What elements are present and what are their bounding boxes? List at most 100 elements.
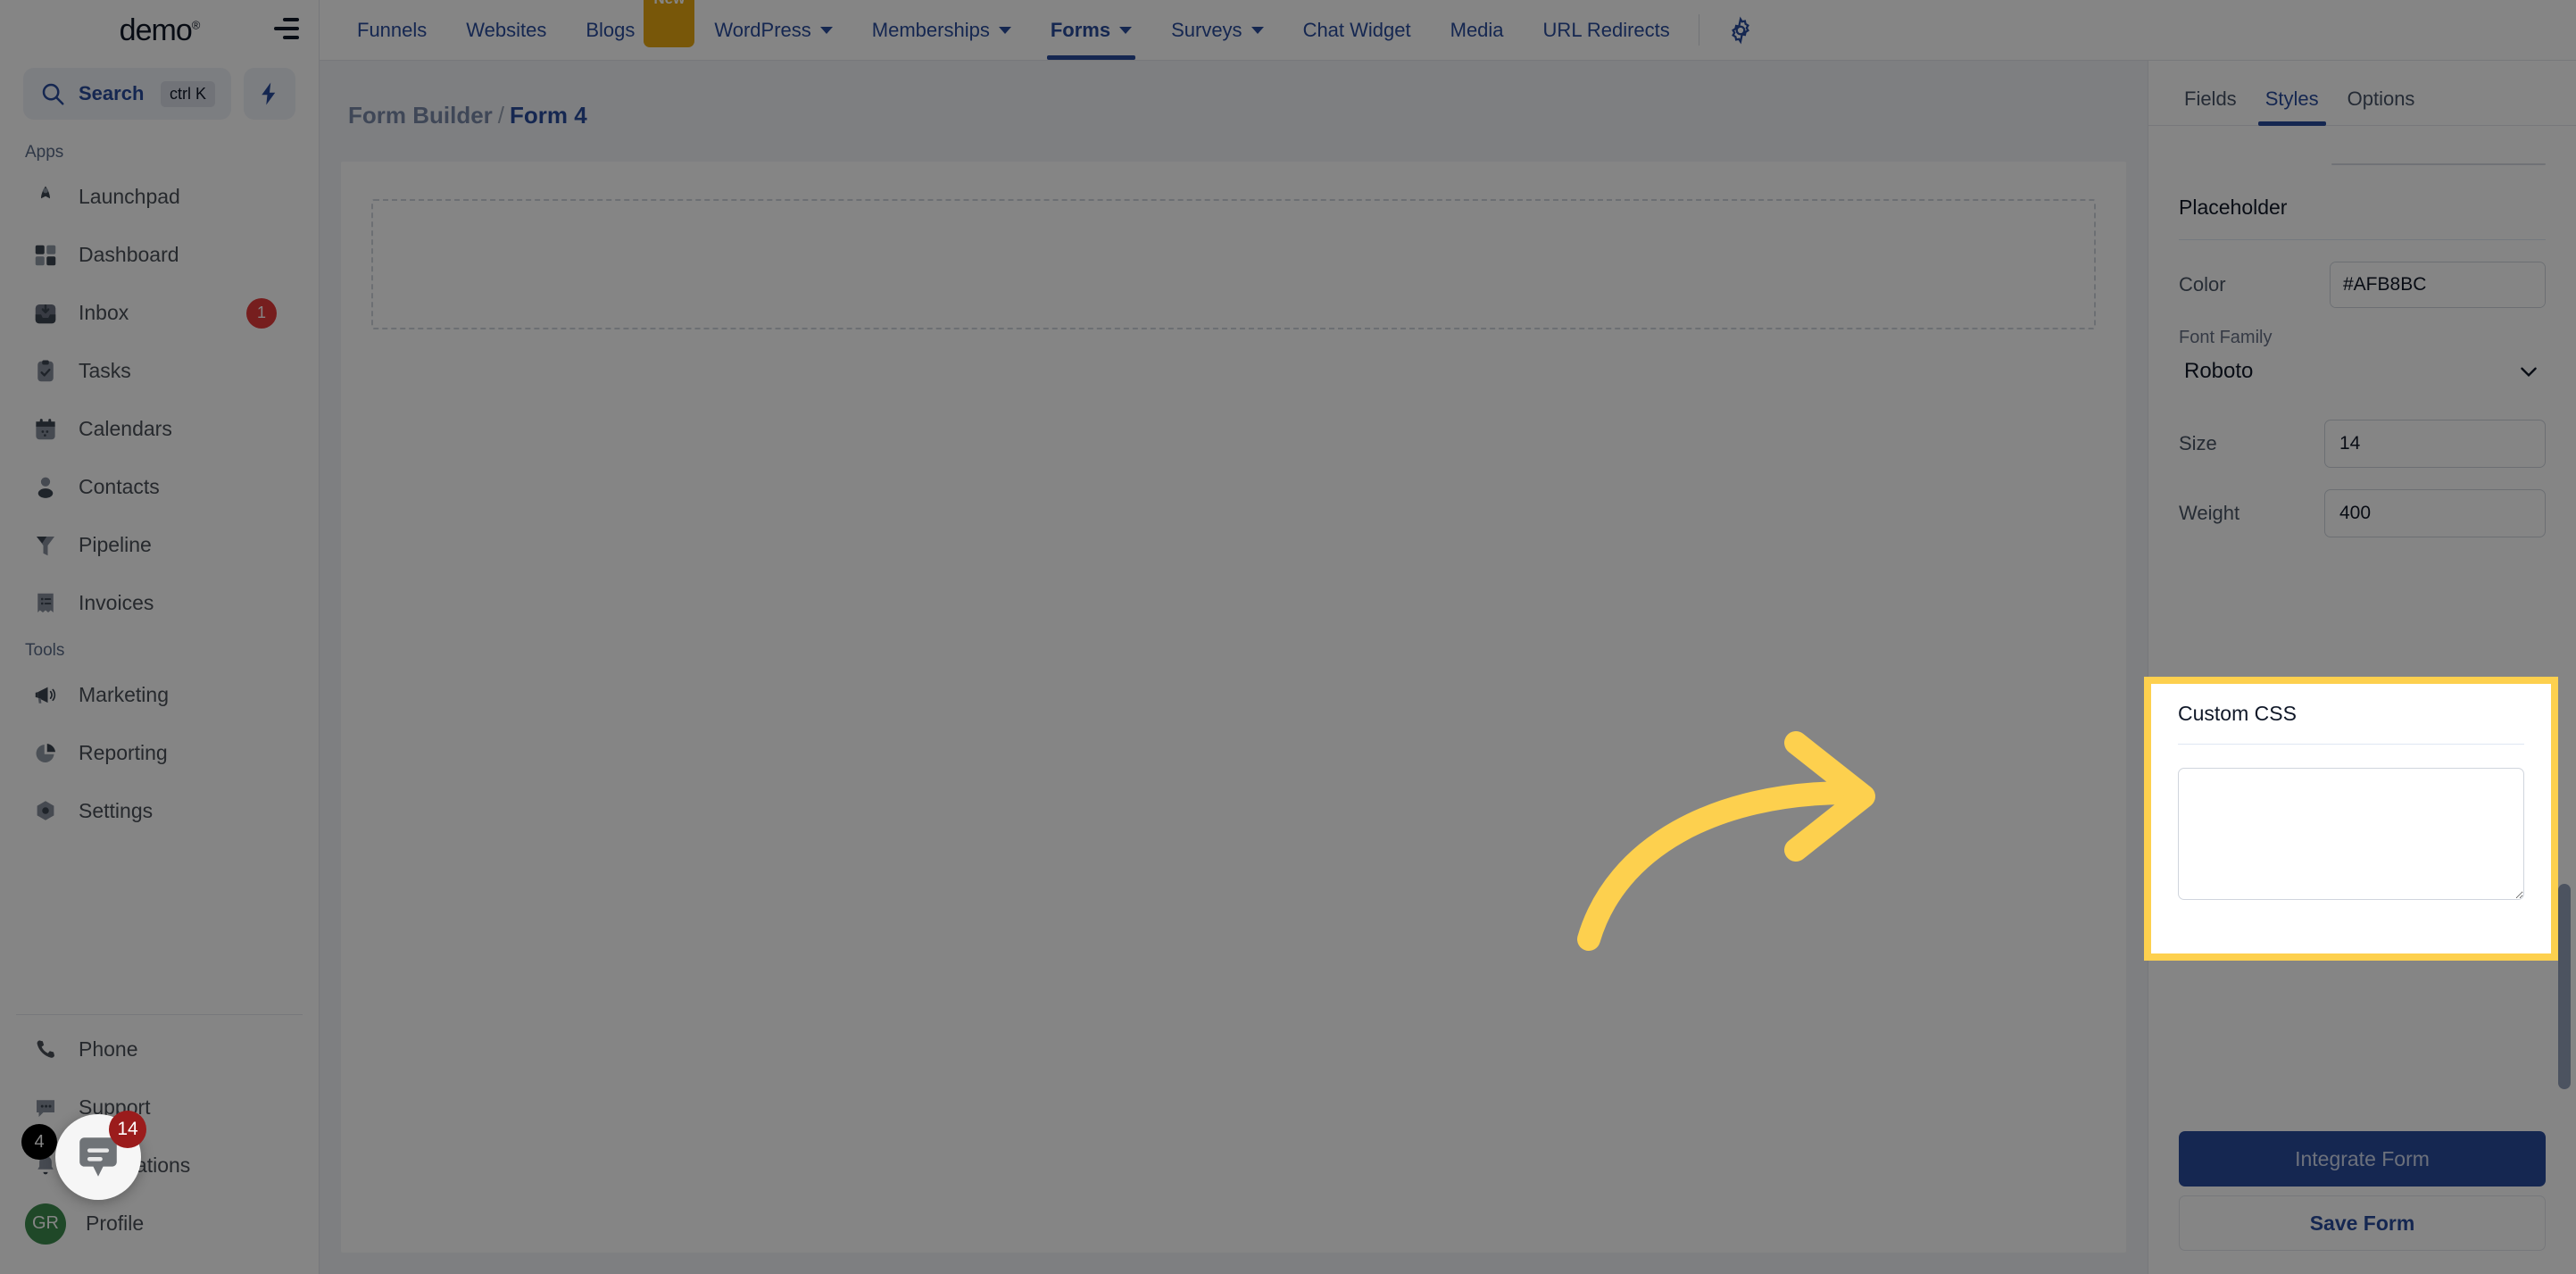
tab-options[interactable]: Options [2339, 80, 2424, 125]
color-hex-input[interactable] [2331, 262, 2545, 307]
breadcrumb: Form Builder / Form 4 [320, 102, 2148, 129]
topnav-label: Surveys [1171, 18, 1242, 41]
font-family-select[interactable]: Roboto [2179, 348, 2546, 398]
weight-input[interactable] [2325, 490, 2545, 537]
sidebar-item-dashboard[interactable]: Dashboard [14, 226, 304, 284]
topnav-label: Chat Widget [1302, 18, 1411, 41]
topnav-settings-button[interactable] [1708, 0, 1773, 60]
gear-icon [1731, 15, 1749, 45]
sidebar-item-calendars[interactable]: Calendars [14, 400, 304, 458]
search-input[interactable]: Search ctrl K [23, 68, 231, 120]
placeholder-section-title: Placeholder [2179, 165, 2546, 240]
topnav-label: Media [1450, 18, 1504, 41]
placeholder-color-row: Color [2179, 240, 2546, 308]
topnav-item-funnels[interactable]: Funnels [337, 0, 446, 60]
tab-fields[interactable]: Fields [2175, 80, 2246, 125]
previous-section-partial [2179, 126, 2546, 165]
sidebar-divider [16, 1014, 303, 1015]
save-form-button[interactable]: Save Form [2179, 1195, 2546, 1251]
page-title: Form 4 [510, 102, 587, 129]
form-dropzone[interactable] [371, 199, 2096, 329]
sidebar-item-label: Dashboard [79, 243, 179, 266]
sidebar-item-launchpad[interactable]: Launchpad [14, 168, 304, 226]
search-label: Search [79, 82, 145, 104]
form-preview-card [341, 162, 2126, 1253]
sidebar-item-label: Invoices [79, 591, 154, 614]
font-family-value: Roboto [2184, 359, 2254, 383]
color-label: Color [2179, 273, 2226, 296]
topnav-label: Forms [1050, 18, 1111, 41]
topnav-label: WordPress [714, 18, 811, 41]
gear-hex-icon [37, 800, 54, 820]
breadcrumb-separator: / [497, 102, 505, 129]
topnav-item-url-redirects[interactable]: URL Redirects [1524, 0, 1690, 60]
sidebar-item-inbox[interactable]: Inbox 1 [14, 284, 304, 342]
sidebar-item-invoices[interactable]: Invoices [14, 574, 304, 632]
sidebar-item-label: Tasks [79, 359, 131, 382]
sidebar-item-phone[interactable]: Phone [14, 1020, 304, 1078]
chevron-down-icon [819, 26, 833, 34]
panel-body: Placeholder Color Font Family Roboto Siz… [2148, 126, 2576, 1112]
notification-count-badge: 4 [21, 1124, 57, 1160]
topnav-item-media[interactable]: Media [1431, 0, 1524, 60]
sidebar-item-profile[interactable]: GR Profile [14, 1195, 304, 1253]
sidebar-item-marketing[interactable]: Marketing [14, 666, 304, 724]
topnav-item-chat-widget[interactable]: Chat Widget [1284, 0, 1431, 60]
topnav-item-blogs[interactable]: Blogs [566, 0, 654, 60]
styles-panel: Fields Styles Options Placeholder Color … [2148, 61, 2576, 1274]
sidebar-item-label: Profile [86, 1212, 145, 1235]
sidebar-item-pipeline[interactable]: Pipeline [14, 516, 304, 574]
avatar: GR [25, 1203, 66, 1245]
clipboard-check-icon [37, 360, 54, 381]
integrate-form-button[interactable]: Integrate Form [2179, 1131, 2546, 1187]
collapse-menu-icon[interactable] [272, 16, 299, 41]
size-input[interactable] [2325, 421, 2545, 467]
funnel-icon [37, 536, 54, 555]
placeholder-size-row: Size px [2179, 398, 2546, 468]
sidebar-item-reporting[interactable]: Reporting [14, 724, 304, 782]
calendar-icon [36, 418, 55, 439]
inbox-icon [35, 304, 56, 323]
user-icon [37, 477, 54, 498]
chat-dots-icon [37, 1099, 54, 1117]
sidebar-item-label: Phone [79, 1037, 138, 1061]
panel-scrollbar-thumb[interactable] [2558, 884, 2571, 1089]
sidebar-section-tools-label: Tools [25, 641, 65, 660]
sidebar-item-settings[interactable]: Settings [14, 782, 304, 840]
topnav-item-forms[interactable]: Forms [1031, 0, 1151, 60]
grid-icon [35, 245, 56, 265]
lightning-bolt-icon [262, 82, 276, 105]
sidebar-item-tasks[interactable]: Tasks [14, 342, 304, 400]
sidebar-search-row: Search ctrl K [0, 61, 319, 134]
pie-chart-icon [36, 743, 55, 762]
tab-label: Options [2347, 87, 2415, 110]
custom-css-inner: Custom CSS [2151, 684, 2551, 918]
tab-styles[interactable]: Styles [2256, 80, 2328, 126]
sidebar-item-label: Launchpad [79, 185, 180, 208]
megaphone-icon [35, 687, 56, 704]
topnav-item-websites[interactable]: Websites [446, 0, 566, 60]
breadcrumb-root[interactable]: Form Builder [348, 102, 493, 129]
sidebar-item-label: Inbox [79, 301, 129, 324]
sidebar-item-contacts[interactable]: Contacts [14, 458, 304, 516]
size-stepper: px [2324, 420, 2546, 468]
search-shortcut: ctrl K [160, 80, 215, 107]
sidebar-item-support[interactable]: Support [14, 1078, 304, 1137]
topnav-item-memberships[interactable]: Memberships [852, 0, 1031, 60]
sidebar-item-label: Pipeline [79, 533, 152, 556]
quick-actions-button[interactable] [244, 68, 295, 120]
topnav-item-surveys[interactable]: Surveys [1151, 0, 1283, 60]
topnav-item-wordpress[interactable]: WordPress [694, 0, 852, 60]
status-badge: 1 [246, 297, 277, 329]
sidebar-item-label: Reporting [79, 741, 168, 764]
sidebar-item-label: Calendars [79, 417, 172, 440]
sidebar-item-label: Contacts [79, 475, 160, 498]
chat-widget-button[interactable]: 14 [55, 1111, 146, 1200]
sidebar-item-label: Marketing [79, 683, 169, 706]
panel-tabs: Fields Styles Options [2148, 61, 2576, 126]
chevron-down-icon [2521, 367, 2537, 378]
panel-footer: Integrate Form Save Form [2148, 1112, 2576, 1274]
chat-unread-badge: 14 [109, 1111, 146, 1148]
custom-css-textarea[interactable] [2178, 768, 2524, 900]
phone-icon [37, 1039, 54, 1058]
